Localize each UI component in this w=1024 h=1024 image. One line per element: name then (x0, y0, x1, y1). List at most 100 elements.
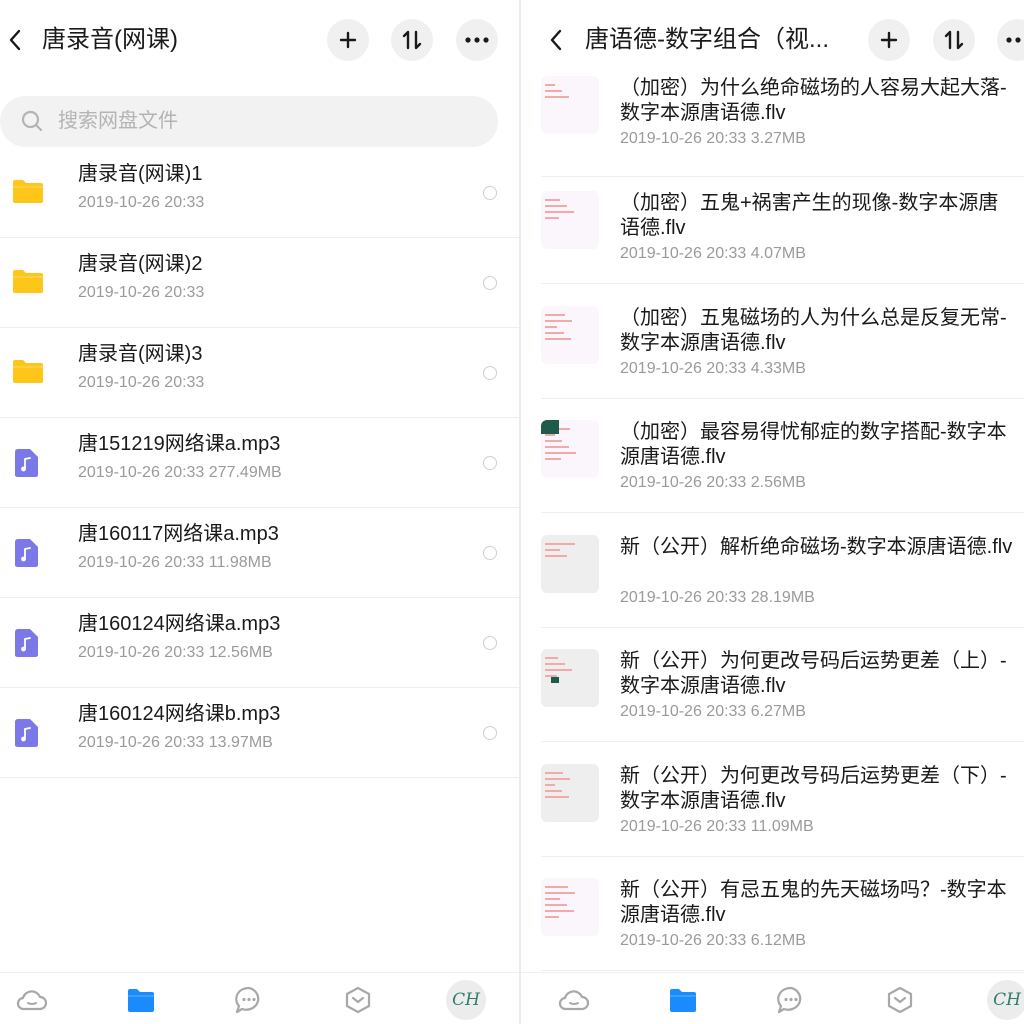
nav-cloud-tab[interactable] (15, 983, 49, 1017)
cloud-icon (558, 990, 590, 1011)
folder-row[interactable]: 唐录音(网课)3 2019-10-26 20:33 (0, 328, 519, 418)
file-meta: 2019-10-26 20:33 11.98MB (78, 554, 272, 571)
more-icon (465, 37, 489, 43)
video-row[interactable]: 新（公开）解析绝命磁场-数字本源唐语德.flv 2019-10-26 20:33 … (521, 513, 1024, 628)
folder-icon (13, 180, 43, 203)
nav-box-tab[interactable] (341, 983, 375, 1017)
page-title: 唐语德-数字组合（视... (585, 26, 829, 53)
select-radio[interactable] (483, 636, 497, 650)
file-name: 唐160117网络课a.mp3 (78, 523, 279, 545)
audio-file-icon (15, 539, 38, 567)
video-thumbnail (541, 534, 599, 593)
top-bar: 唐语德-数字组合（视... (521, 0, 1024, 72)
file-name: 唐录音(网课)3 (78, 343, 203, 365)
select-radio[interactable] (483, 186, 497, 200)
video-row[interactable]: （加密）五鬼磁场的人为什么总是反复无常-数字本源唐语德.flv 2019-10-2… (521, 284, 1024, 399)
add-button[interactable] (868, 19, 910, 61)
more-button[interactable] (997, 19, 1024, 61)
file-name: 唐160124网络课a.mp3 (78, 613, 281, 635)
sort-icon (944, 30, 964, 50)
video-row[interactable]: （加密）为什么绝命磁场的人容易大起大落-数字本源唐语德.flv 2019-10-2… (521, 62, 1024, 177)
video-meta: 2019-10-26 20:33 6.27MB (620, 703, 806, 720)
top-bar: 唐录音(网课) (0, 0, 519, 80)
video-name: （加密）五鬼+祸害产生的现像-数字本源唐语德.flv (620, 192, 999, 239)
video-name: （加密）最容易得忧郁症的数字搭配-数字本源唐语德.flv (620, 421, 1007, 468)
video-thumbnail (541, 763, 599, 822)
file-row[interactable]: 唐160124网络课b.mp3 2019-10-26 20:33 13.97MB (0, 688, 519, 778)
nav-cloud-tab[interactable] (557, 983, 591, 1017)
nav-files-tab[interactable] (666, 983, 700, 1017)
bottom-nav: CH (0, 972, 519, 1024)
video-row[interactable]: 新（公开）有忌五鬼的先天磁场吗？-数字本源唐语德.flv 2019-10-26 2… (521, 856, 1024, 971)
plus-icon (880, 31, 898, 49)
cloud-icon (16, 990, 48, 1011)
select-radio[interactable] (483, 276, 497, 290)
file-row[interactable]: 唐151219网络课a.mp3 2019-10-26 20:33 277.49MB (0, 418, 519, 508)
chat-icon (235, 986, 260, 1014)
video-row[interactable]: 新（公开）为何更改号码后运势更差（上）-数字本源唐语德.flv 2019-10-2… (521, 627, 1024, 742)
video-meta: 2019-10-26 20:33 3.27MB (620, 130, 806, 147)
file-name: 唐录音(网课)2 (78, 253, 203, 275)
sort-button[interactable] (933, 19, 975, 61)
chevron-left-icon (9, 29, 21, 51)
file-type-icon (13, 358, 43, 388)
bottom-nav: CH (521, 972, 1024, 1024)
video-row[interactable]: 新（公开）为何更改号码后运势更差（下）-数字本源唐语德.flv 2019-10-2… (521, 742, 1024, 857)
video-name: 新（公开）解析绝命磁场-数字本源唐语德.flv (620, 535, 1013, 558)
back-button[interactable] (543, 22, 569, 58)
file-meta: 2019-10-26 20:33 13.97MB (78, 734, 273, 751)
video-meta: 2019-10-26 20:33 6.12MB (620, 932, 806, 949)
video-meta: 2019-10-26 20:33 4.33MB (620, 359, 806, 377)
folder-row[interactable]: 唐录音(网课)2 2019-10-26 20:33 (0, 238, 519, 328)
nav-box-tab[interactable] (883, 983, 917, 1017)
avatar[interactable]: CH (987, 980, 1024, 1020)
right-pane: （加密）为什么绝命磁场的人容易大起大落-数字本源唐语德.flv 2019-10-2… (521, 0, 1024, 1024)
video-thumbnail (541, 305, 599, 364)
add-button[interactable] (327, 19, 369, 61)
files-icon (128, 989, 154, 1012)
video-name: 新（公开）为何更改号码后运势更差（上）-数字本源唐语德.flv (620, 650, 1007, 697)
nav-chat-tab[interactable] (774, 983, 808, 1017)
nav-chat-tab[interactable] (232, 983, 266, 1017)
video-name: 新（公开）有忌五鬼的先天磁场吗？-数字本源唐语德.flv (620, 879, 1007, 926)
audio-file-icon (15, 449, 38, 477)
back-button[interactable] (2, 22, 28, 58)
file-meta: 2019-10-26 20:33 277.49MB (78, 464, 282, 481)
video-meta: 2019-10-26 20:33 11.09MB (620, 817, 814, 835)
select-radio[interactable] (483, 546, 497, 560)
video-meta: 2019-10-26 20:33 2.56MB (620, 474, 806, 491)
select-radio[interactable] (483, 456, 497, 470)
left-pane: 唐录音(网课) 搜索网盘文件 唐录音(网课)1 2019-10-26 20:33 唐… (0, 0, 519, 1024)
video-thumbnail (541, 191, 599, 249)
box-icon (345, 986, 371, 1014)
video-thumbnail (541, 649, 599, 707)
select-radio[interactable] (483, 366, 497, 380)
nav-files-tab[interactable] (124, 983, 158, 1017)
video-row[interactable]: （加密）最容易得忧郁症的数字搭配-数字本源唐语德.flv 2019-10-26 2… (521, 398, 1024, 513)
search-input[interactable]: 搜索网盘文件 (0, 96, 498, 147)
file-type-icon (13, 268, 43, 298)
video-name: 新（公开）为何更改号码后运势更差（下）-数字本源唐语德.flv (620, 764, 1007, 812)
file-meta: 2019-10-26 20:33 (78, 194, 205, 211)
page-title: 唐录音(网课) (42, 26, 178, 53)
search-placeholder: 搜索网盘文件 (58, 110, 178, 132)
more-button[interactable] (456, 19, 498, 61)
file-row[interactable]: 唐160124网络课a.mp3 2019-10-26 20:33 12.56MB (0, 598, 519, 688)
file-meta: 2019-10-26 20:33 (78, 284, 205, 301)
folder-row[interactable]: 唐录音(网课)1 2019-10-26 20:33 (0, 148, 519, 238)
file-name: 唐151219网络课a.mp3 (78, 433, 281, 455)
video-thumbnail (541, 76, 599, 134)
file-meta: 2019-10-26 20:33 (78, 374, 205, 391)
file-type-icon (13, 628, 43, 658)
avatar[interactable]: CH (446, 980, 486, 1020)
sort-icon (402, 30, 422, 50)
file-type-icon (13, 178, 43, 208)
select-radio[interactable] (483, 726, 497, 740)
file-type-icon (13, 448, 43, 478)
search-icon (21, 110, 43, 132)
file-name: 唐录音(网课)1 (78, 163, 203, 185)
video-row[interactable]: （加密）五鬼+祸害产生的现像-数字本源唐语德.flv 2019-10-26 20:… (521, 169, 1024, 284)
file-row[interactable]: 唐160117网络课a.mp3 2019-10-26 20:33 11.98MB (0, 508, 519, 598)
sort-button[interactable] (391, 19, 433, 61)
video-name: （加密）五鬼磁场的人为什么总是反复无常-数字本源唐语德.flv (620, 306, 1007, 354)
